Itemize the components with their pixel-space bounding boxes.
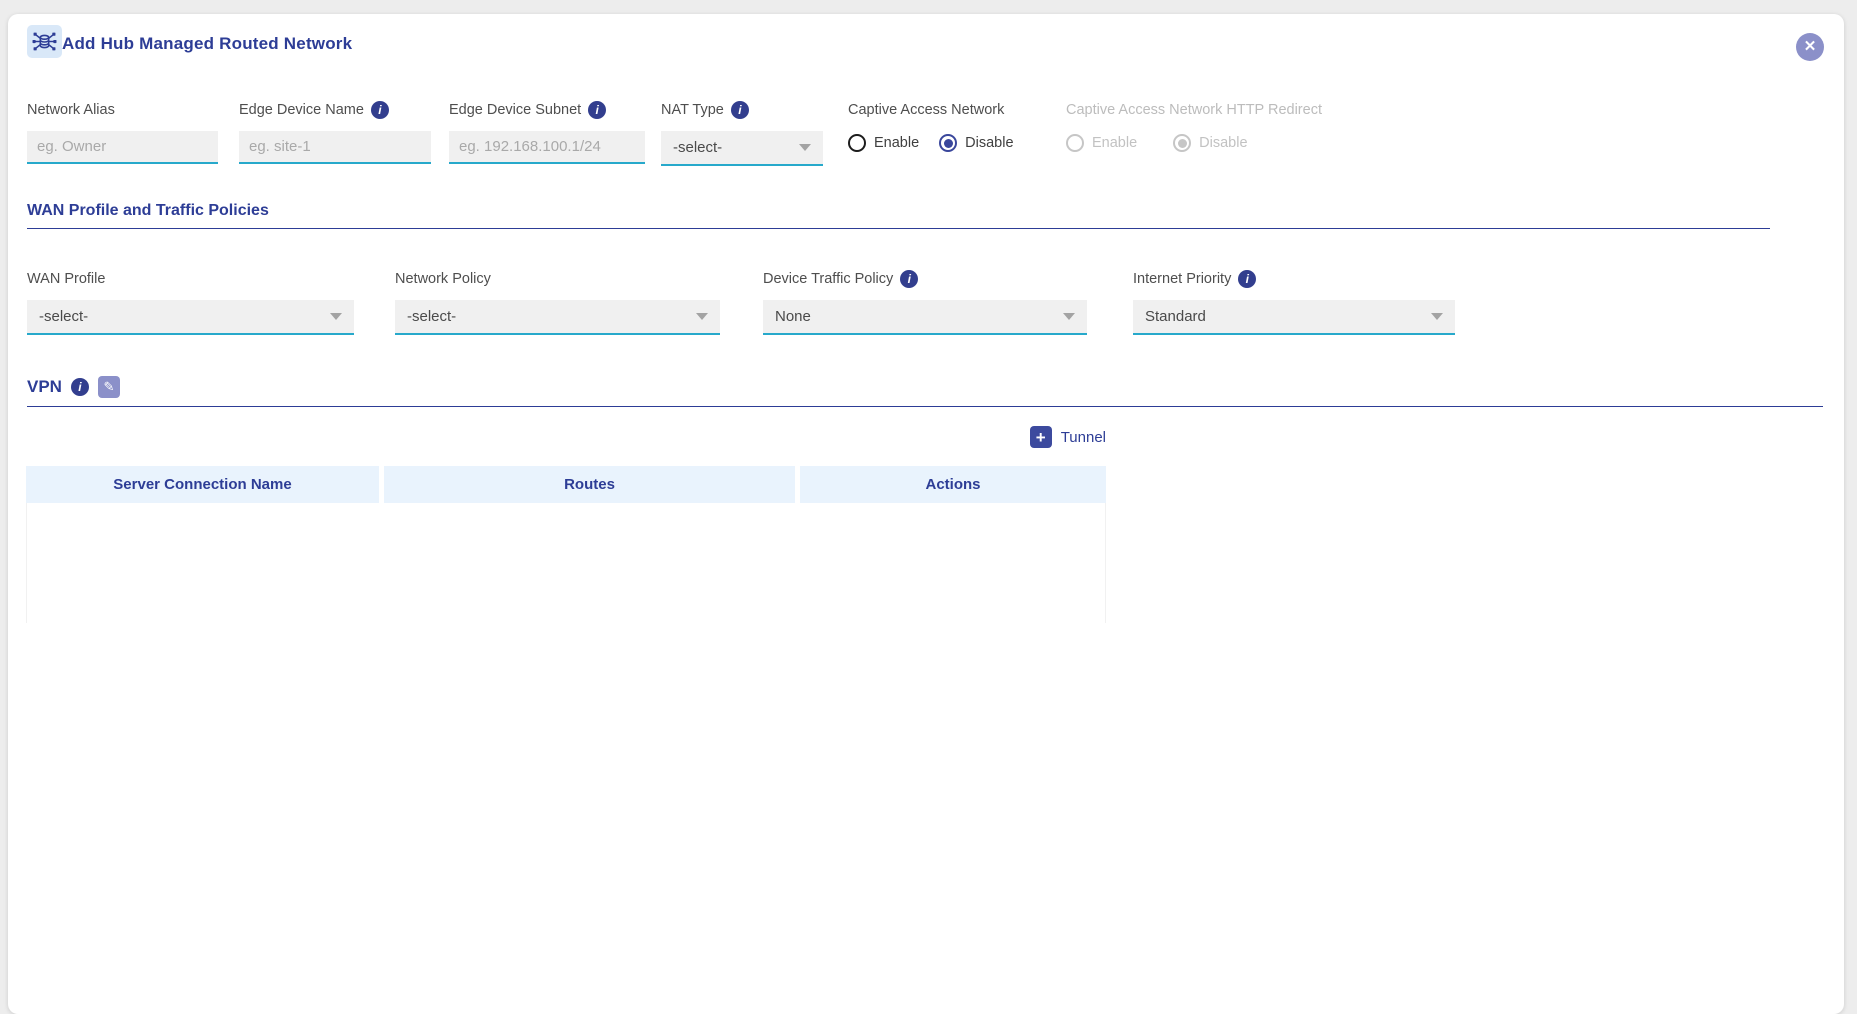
network-policy-label: Network Policy <box>395 270 720 288</box>
nat-type-field: NAT Type i -select- <box>661 101 823 166</box>
vpn-section-title: VPN <box>27 377 62 397</box>
table-header-row: Server Connection Name Routes Actions <box>26 466 1106 503</box>
network-policy-select[interactable]: -select- <box>395 300 720 335</box>
internet-priority-field: Internet Priority i Standard <box>1133 270 1455 335</box>
wan-section-header: WAN Profile and Traffic Policies <box>27 202 1770 229</box>
dialog-title: Add Hub Managed Routed Network <box>62 31 352 57</box>
edge-device-subnet-label: Edge Device Subnet i <box>449 101 645 119</box>
chevron-down-icon <box>330 313 342 320</box>
http-redirect-enable-radio: Enable <box>1066 134 1137 152</box>
column-header-actions: Actions <box>800 466 1106 503</box>
tunnel-toolbar: + Tunnel <box>26 426 1106 448</box>
device-traffic-policy-field: Device Traffic Policy i None <box>763 270 1087 335</box>
http-redirect-disable-radio: Disable <box>1173 134 1247 152</box>
wan-profile-field: WAN Profile -select- <box>27 270 354 335</box>
chevron-down-icon <box>1063 313 1075 320</box>
wan-profile-label: WAN Profile <box>27 270 354 288</box>
add-tunnel-label[interactable]: Tunnel <box>1061 429 1106 446</box>
nat-type-label: NAT Type i <box>661 101 823 119</box>
add-hub-managed-routed-network-dialog: Add Hub Managed Routed Network ✕ Network… <box>8 14 1844 1014</box>
device-traffic-policy-label: Device Traffic Policy i <box>763 270 1087 288</box>
vpn-tunnel-table: Server Connection Name Routes Actions <box>26 466 1106 623</box>
edge-device-name-input[interactable] <box>239 131 431 164</box>
edge-device-subnet-field: Edge Device Subnet i <box>449 101 645 164</box>
info-icon[interactable]: i <box>588 101 606 119</box>
vpn-section-header: VPN i ✎ <box>27 376 1823 407</box>
column-header-routes: Routes <box>384 466 795 503</box>
hub-network-icon <box>27 25 62 58</box>
network-alias-field: Network Alias <box>27 101 218 164</box>
captive-access-network-label: Captive Access Network <box>848 101 1014 119</box>
captive-access-http-redirect-label: Captive Access Network HTTP Redirect <box>1066 101 1322 119</box>
captive-access-disable-radio[interactable]: Disable <box>939 134 1013 152</box>
captive-access-network-group: Captive Access Network Enable Disable <box>848 101 1014 153</box>
network-alias-label: Network Alias <box>27 101 218 119</box>
radio-circle-icon <box>939 134 957 152</box>
add-tunnel-plus-icon[interactable]: + <box>1030 426 1052 448</box>
edit-pencil-icon[interactable]: ✎ <box>98 376 120 398</box>
info-icon[interactable]: i <box>731 101 749 119</box>
network-policy-field: Network Policy -select- <box>395 270 720 335</box>
internet-priority-label: Internet Priority i <box>1133 270 1455 288</box>
table-body-empty <box>26 503 1106 623</box>
chevron-down-icon <box>1431 313 1443 320</box>
column-header-server-connection-name: Server Connection Name <box>26 466 379 503</box>
info-icon[interactable]: i <box>1238 270 1256 288</box>
edge-device-name-label: Edge Device Name i <box>239 101 431 119</box>
captive-access-http-redirect-group: Captive Access Network HTTP Redirect Ena… <box>1066 101 1322 153</box>
radio-circle-icon <box>1173 134 1191 152</box>
chevron-down-icon <box>696 313 708 320</box>
captive-access-enable-radio[interactable]: Enable <box>848 134 919 152</box>
internet-priority-select[interactable]: Standard <box>1133 300 1455 335</box>
info-icon[interactable]: i <box>71 378 89 396</box>
close-icon[interactable]: ✕ <box>1796 33 1824 61</box>
device-traffic-policy-select[interactable]: None <box>763 300 1087 335</box>
network-alias-input[interactable] <box>27 131 218 164</box>
chevron-down-icon <box>799 144 811 151</box>
info-icon[interactable]: i <box>900 270 918 288</box>
info-icon[interactable]: i <box>371 101 389 119</box>
edge-device-name-field: Edge Device Name i <box>239 101 431 164</box>
wan-section-title: WAN Profile and Traffic Policies <box>27 202 269 220</box>
radio-circle-icon <box>848 134 866 152</box>
radio-circle-icon <box>1066 134 1084 152</box>
wan-profile-select[interactable]: -select- <box>27 300 354 335</box>
edge-device-subnet-input[interactable] <box>449 131 645 164</box>
nat-type-select[interactable]: -select- <box>661 131 823 166</box>
